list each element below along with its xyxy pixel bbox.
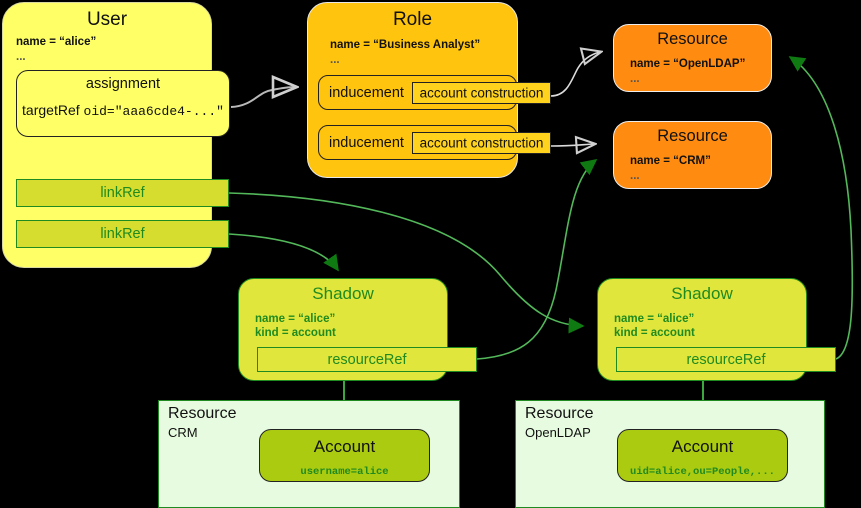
shadow-crm-attributes: name = “alice” kind = account (255, 313, 336, 339)
user-ellipsis: ... (16, 51, 26, 63)
resource-openldap-name: name = “OpenLDAP” (630, 58, 746, 70)
assignment-node[interactable]: assignment targetRef oid="aaa6cde4-..." (16, 70, 230, 137)
assignment-targetref-label: targetRef (22, 102, 84, 118)
shadow-openldap-resourceref-label: resourceRef (686, 351, 766, 368)
assignment-targetref-value: oid="aaa6cde4-..." (83, 104, 224, 119)
role-ellipsis: ... (330, 54, 340, 66)
resource-openldap[interactable]: Resource name = “OpenLDAP” ... (613, 24, 772, 92)
user-linkref-2[interactable]: linkRef (16, 220, 229, 248)
user-linkref-2-label: linkRef (100, 226, 145, 242)
shadow-openldap-attributes: name = “alice” kind = account (614, 313, 695, 339)
construction-1[interactable]: account construction (412, 82, 551, 104)
edge-inducement2-to-crm (550, 144, 594, 146)
edge-inducement1-to-openldap (550, 52, 600, 97)
resource-container-openldap-subtitle: OpenLDAP (525, 425, 591, 440)
inducement-2-label: inducement (329, 134, 404, 151)
shadow-crm-title: Shadow (312, 284, 374, 303)
resource-container-openldap-title: Resource (525, 405, 594, 422)
shadow-crm-resourceref-label: resourceRef (327, 351, 407, 368)
resource-openldap-title: Resource (657, 30, 728, 48)
resource-crm[interactable]: Resource name = “CRM” ... (613, 121, 772, 189)
account-openldap-detail: uid=alice,ou=People,... (630, 466, 775, 478)
assignment-targetref: targetRef oid="aaa6cde4-..." (17, 102, 229, 119)
shadow-openldap-resourceref[interactable]: resourceRef (616, 347, 836, 372)
resource-crm-title: Resource (657, 127, 728, 145)
resource-container-crm-title: Resource (168, 405, 237, 422)
edge-resourceref-crm (476, 159, 598, 360)
resource-crm-name: name = “CRM” (630, 155, 711, 167)
user-linkref-1[interactable]: linkRef (16, 179, 229, 207)
inducement-1-label: inducement (329, 84, 404, 101)
account-crm-title: Account (313, 437, 376, 456)
assignment-title: assignment (85, 76, 161, 92)
edge-assignment-to-role (230, 87, 295, 108)
resource-crm-ellipsis: ... (630, 170, 640, 182)
shadow-openldap-title: Shadow (671, 284, 733, 303)
construction-2-label: account construction (419, 135, 544, 151)
construction-2[interactable]: account construction (412, 132, 551, 154)
edge-linkref2-to-shadow-crm (228, 233, 339, 272)
shadow-crm-resourceref[interactable]: resourceRef (257, 347, 477, 372)
account-crm-detail: username=alice (300, 466, 389, 478)
account-crm[interactable]: Account username=alice (259, 429, 430, 482)
user-name-attribute: name = “alice” (16, 36, 97, 48)
user-title: User (86, 9, 128, 30)
account-openldap[interactable]: Account uid=alice,ou=People,... (617, 429, 788, 482)
account-openldap-title: Account (671, 437, 734, 456)
user-linkref-1-label: linkRef (100, 185, 145, 201)
construction-1-label: account construction (419, 85, 544, 101)
resource-container-crm-subtitle: CRM (168, 425, 198, 440)
diagram-canvas: User name = “alice” ... assignment targe… (0, 0, 861, 508)
resource-openldap-ellipsis: ... (630, 73, 640, 85)
role-name-attribute: name = “Business Analyst” (330, 39, 481, 51)
role-title: Role (392, 9, 433, 30)
